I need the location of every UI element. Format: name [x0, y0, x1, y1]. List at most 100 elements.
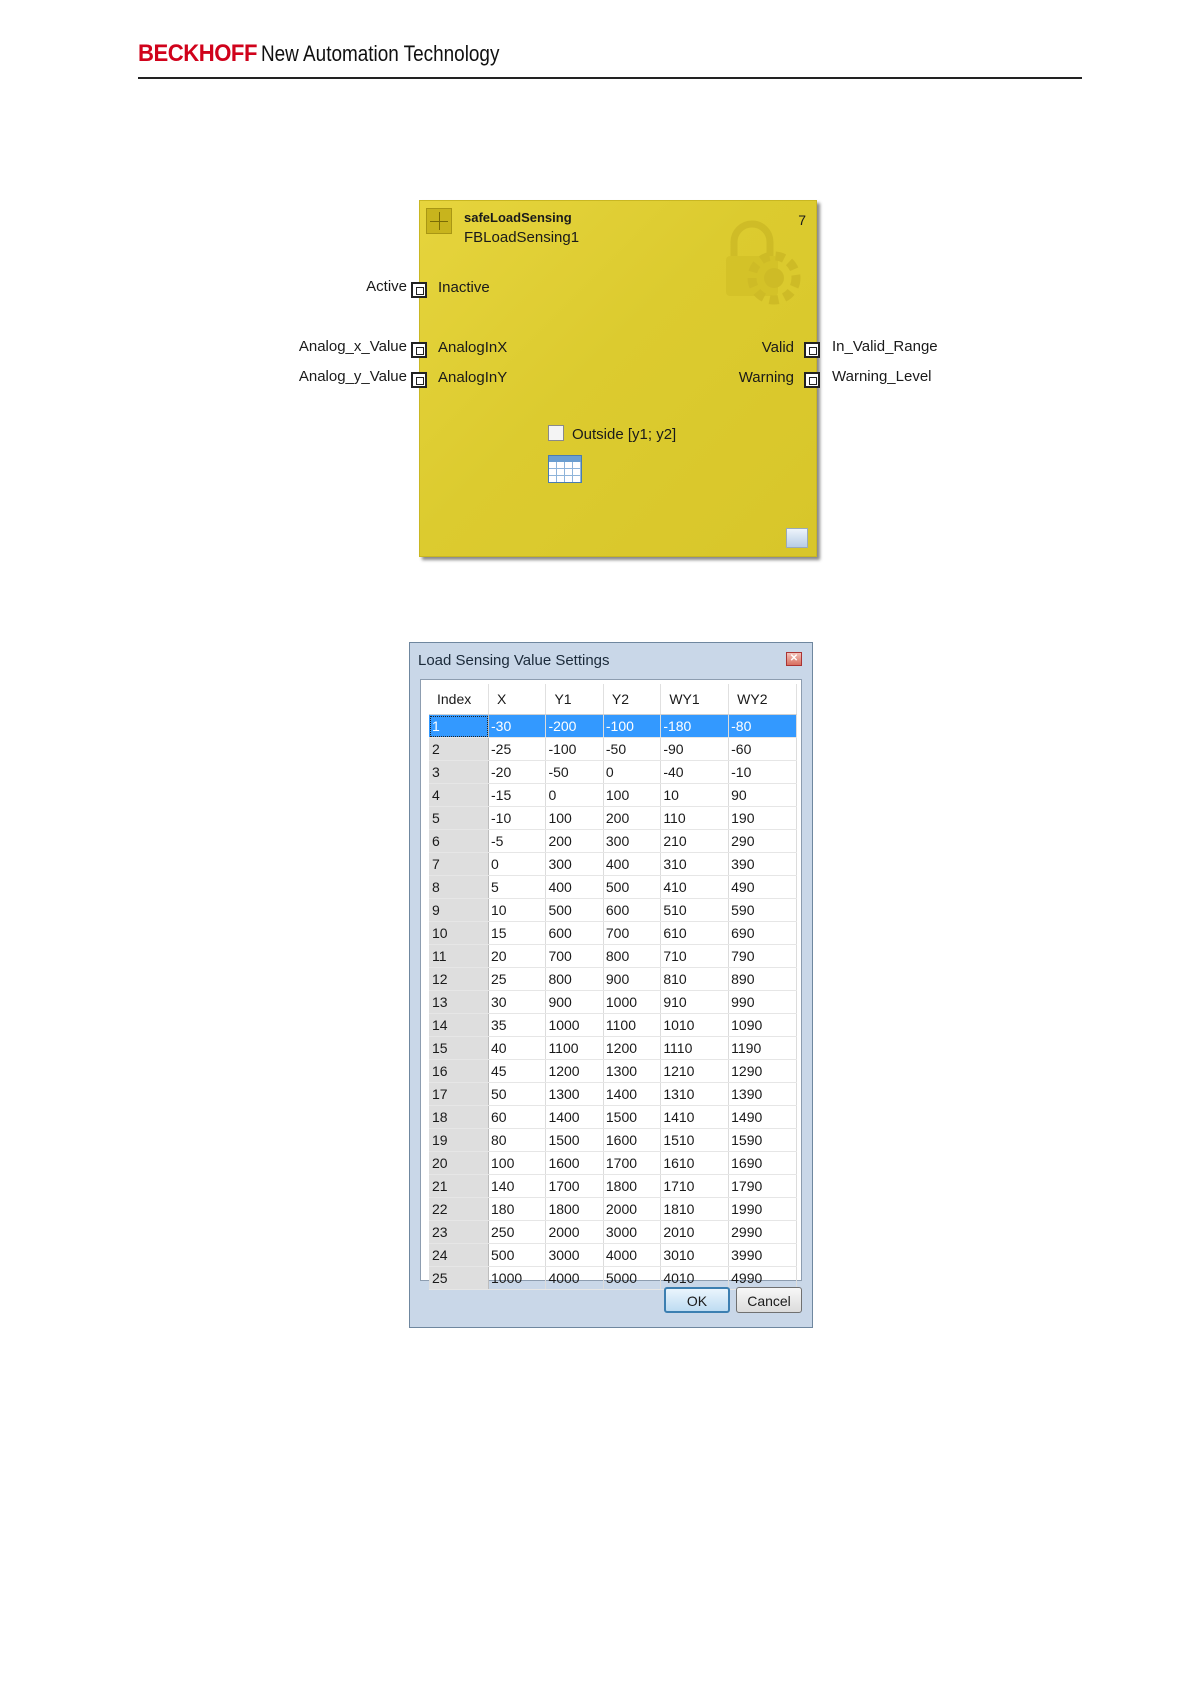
- table-cell[interactable]: 600: [603, 898, 662, 922]
- table-cell[interactable]: 40: [488, 1036, 547, 1060]
- table-cell[interactable]: 500: [545, 898, 604, 922]
- table-cell[interactable]: -200: [545, 714, 604, 738]
- table-cell[interactable]: -30: [488, 714, 547, 738]
- table-cell[interactable]: 3010: [660, 1243, 730, 1267]
- table-row[interactable]: 11 20 700 800 710 790: [429, 944, 797, 968]
- row-index-cell[interactable]: 11: [429, 944, 489, 968]
- table-cell[interactable]: 2000: [545, 1220, 604, 1244]
- row-index-cell[interactable]: 14: [429, 1013, 489, 1037]
- table-cell[interactable]: 110: [660, 806, 730, 830]
- table-cell[interactable]: 1500: [545, 1128, 604, 1152]
- table-cell[interactable]: 10: [488, 898, 547, 922]
- table-cell[interactable]: 100: [603, 783, 662, 807]
- table-cell[interactable]: 1500: [603, 1105, 662, 1129]
- output-port-warning[interactable]: [804, 372, 820, 388]
- table-cell[interactable]: 1200: [603, 1036, 662, 1060]
- table-cell[interactable]: -90: [660, 737, 730, 761]
- table-cell[interactable]: 1200: [545, 1059, 604, 1083]
- row-index-cell[interactable]: 16: [429, 1059, 489, 1083]
- table-cell[interactable]: 700: [545, 944, 604, 968]
- table-cell[interactable]: 45: [488, 1059, 547, 1083]
- table-cell[interactable]: 790: [728, 944, 797, 968]
- table-cell[interactable]: 100: [545, 806, 604, 830]
- table-cell[interactable]: 1300: [603, 1059, 662, 1083]
- table-cell[interactable]: 140: [488, 1174, 547, 1198]
- table-cell[interactable]: -80: [728, 714, 797, 738]
- table-cell[interactable]: 1410: [660, 1105, 730, 1129]
- table-row[interactable]: 24 500 3000 4000 3010 3990: [429, 1243, 797, 1267]
- table-cell[interactable]: -15: [488, 783, 547, 807]
- table-cell[interactable]: 2010: [660, 1220, 730, 1244]
- table-cell[interactable]: 3000: [545, 1243, 604, 1267]
- row-index-cell[interactable]: 15: [429, 1036, 489, 1060]
- table-cell[interactable]: 210: [660, 829, 730, 853]
- table-row[interactable]: 16 45 1200 1300 1210 1290: [429, 1059, 797, 1083]
- table-cell[interactable]: 1090: [728, 1013, 797, 1037]
- table-row[interactable]: 3 -20 -50 0 -40 -10: [429, 760, 797, 784]
- table-cell[interactable]: 1310: [660, 1082, 730, 1106]
- table-row[interactable]: 5 -10 100 200 110 190: [429, 806, 797, 830]
- table-cell[interactable]: 1300: [545, 1082, 604, 1106]
- table-cell[interactable]: 50: [488, 1082, 547, 1106]
- table-cell[interactable]: 0: [603, 760, 662, 784]
- table-row[interactable]: 23 250 2000 3000 2010 2990: [429, 1220, 797, 1244]
- table-cell[interactable]: 250: [488, 1220, 547, 1244]
- close-icon[interactable]: ✕: [786, 652, 802, 666]
- row-index-cell[interactable]: 24: [429, 1243, 489, 1267]
- row-index-cell[interactable]: 7: [429, 852, 489, 876]
- table-cell[interactable]: 1600: [603, 1128, 662, 1152]
- input-port-inactive[interactable]: [411, 282, 427, 298]
- table-cell[interactable]: -10: [488, 806, 547, 830]
- column-header-wy1[interactable]: WY1: [660, 684, 730, 715]
- table-cell[interactable]: 1990: [728, 1197, 797, 1221]
- table-cell[interactable]: 590: [728, 898, 797, 922]
- table-cell[interactable]: 90: [728, 783, 797, 807]
- table-cell[interactable]: 900: [545, 990, 604, 1014]
- table-cell[interactable]: 1490: [728, 1105, 797, 1129]
- row-index-cell[interactable]: 23: [429, 1220, 489, 1244]
- table-cell[interactable]: -5: [488, 829, 547, 853]
- row-index-cell[interactable]: 5: [429, 806, 489, 830]
- table-cell[interactable]: 25: [488, 967, 547, 991]
- table-cell[interactable]: 890: [728, 967, 797, 991]
- table-cell[interactable]: 1190: [728, 1036, 797, 1060]
- row-index-cell[interactable]: 3: [429, 760, 489, 784]
- table-cell[interactable]: -20: [488, 760, 547, 784]
- table-cell[interactable]: 1000: [545, 1013, 604, 1037]
- table-cell[interactable]: 1000: [603, 990, 662, 1014]
- column-header-wy2[interactable]: WY2: [728, 684, 797, 715]
- table-cell[interactable]: 1290: [728, 1059, 797, 1083]
- table-cell[interactable]: 990: [728, 990, 797, 1014]
- table-cell[interactable]: 300: [603, 829, 662, 853]
- table-cell[interactable]: 500: [488, 1243, 547, 1267]
- function-block[interactable]: safeLoadSensing FBLoadSensing1 7 Inactiv…: [419, 200, 817, 557]
- table-cell[interactable]: 1390: [728, 1082, 797, 1106]
- table-cell[interactable]: 290: [728, 829, 797, 853]
- input-port-analog-in-x[interactable]: [411, 342, 427, 358]
- table-cell[interactable]: 510: [660, 898, 730, 922]
- table-cell[interactable]: 30: [488, 990, 547, 1014]
- table-cell[interactable]: -180: [660, 714, 730, 738]
- table-cell[interactable]: 1800: [603, 1174, 662, 1198]
- table-row[interactable]: 2 -25 -100 -50 -90 -60: [429, 737, 797, 761]
- table-cell[interactable]: 20: [488, 944, 547, 968]
- table-cell[interactable]: 5: [488, 875, 547, 899]
- table-cell[interactable]: 2990: [728, 1220, 797, 1244]
- row-index-cell[interactable]: 13: [429, 990, 489, 1014]
- table-cell[interactable]: 3990: [728, 1243, 797, 1267]
- table-cell[interactable]: 60: [488, 1105, 547, 1129]
- table-cell[interactable]: 390: [728, 852, 797, 876]
- table-cell[interactable]: -50: [603, 737, 662, 761]
- table-row[interactable]: 21 140 1700 1800 1710 1790: [429, 1174, 797, 1198]
- row-index-cell[interactable]: 21: [429, 1174, 489, 1198]
- table-cell[interactable]: 900: [603, 967, 662, 991]
- table-cell[interactable]: 1790: [728, 1174, 797, 1198]
- table-row[interactable]: 6 -5 200 300 210 290: [429, 829, 797, 853]
- table-cell[interactable]: 700: [603, 921, 662, 945]
- table-cell[interactable]: 1110: [660, 1036, 730, 1060]
- table-icon[interactable]: [548, 455, 582, 483]
- table-cell[interactable]: -100: [603, 714, 662, 738]
- table-row[interactable]: 22 180 1800 2000 1810 1990: [429, 1197, 797, 1221]
- table-row[interactable]: 14 35 1000 1100 1010 1090: [429, 1013, 797, 1037]
- table-cell[interactable]: 600: [545, 921, 604, 945]
